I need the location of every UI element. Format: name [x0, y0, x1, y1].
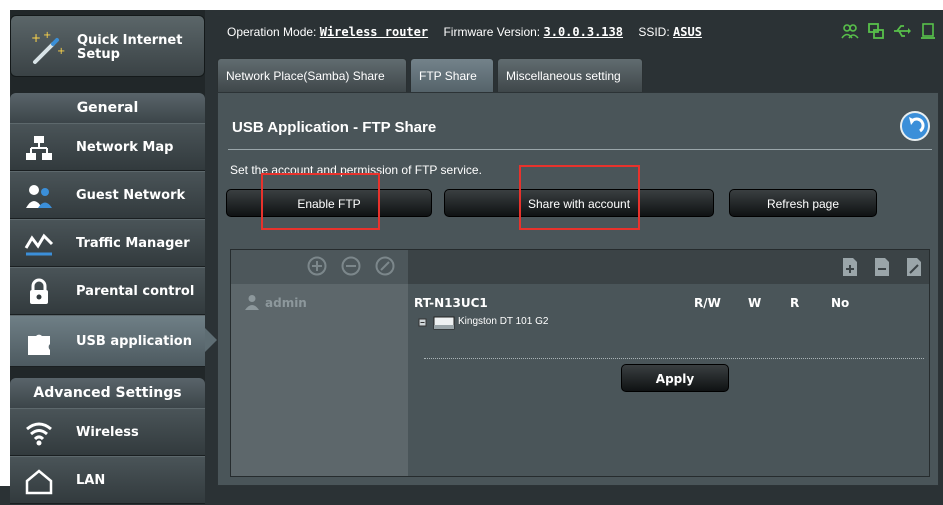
lan-icon	[25, 469, 53, 495]
account-name[interactable]: admin	[265, 296, 307, 310]
sidebar: + + + Quick Internet Setup General Netwo…	[10, 10, 217, 504]
user-icon	[245, 295, 259, 310]
back-icon[interactable]	[900, 111, 930, 141]
sidebar-item-label: USB application	[76, 334, 192, 349]
title-divider	[228, 149, 932, 150]
usb-application-icon	[28, 334, 50, 355]
device-name: RT-N13UC1	[414, 296, 488, 310]
sidebar-item-traffic-manager[interactable]: Traffic Manager	[10, 219, 205, 267]
sidebar-item-label: Wireless	[76, 425, 139, 440]
network-status-icon[interactable]	[867, 22, 885, 40]
ssid-link[interactable]: ASUS	[673, 25, 702, 39]
network-map-icon	[26, 136, 52, 160]
apply-button[interactable]: Apply	[621, 364, 729, 392]
traffic-manager-icon	[24, 233, 54, 256]
add-account-icon[interactable]	[307, 256, 327, 276]
sidebar-item-wireless[interactable]: Wireless	[10, 408, 205, 456]
general-section-header: General	[10, 93, 205, 123]
edit-folder-icon[interactable]	[904, 256, 924, 278]
add-folder-icon[interactable]	[840, 256, 860, 278]
sidebar-item-label: Network Map	[76, 140, 174, 155]
printer-icon[interactable]	[919, 22, 937, 40]
sidebar-item-label: Guest Network	[76, 188, 186, 203]
folder-toolbar	[408, 250, 929, 284]
account-list: admin	[231, 284, 409, 476]
sidebar-item-parental-control[interactable]: Parental control	[10, 267, 205, 315]
tab-samba-share[interactable]: Network Place(Samba) Share	[217, 58, 407, 92]
sidebar-item-lan[interactable]: LAN	[10, 456, 205, 504]
parental-control-icon	[30, 278, 48, 304]
page-title: USB Application - FTP Share	[232, 119, 437, 136]
quick-internet-setup-label: Quick Internet Setup	[77, 33, 183, 62]
sidebar-item-guest-network[interactable]: Guest Network	[10, 171, 205, 219]
sidebar-item-usb-application[interactable]: USB application	[10, 315, 217, 367]
permission-header-w: W	[748, 296, 762, 310]
sidebar-item-network-map[interactable]: Network Map	[10, 123, 205, 171]
main-panel: USB Application - FTP Share Set the acco…	[217, 92, 939, 486]
account-toolbar	[231, 250, 408, 284]
window-left-edge	[0, 0, 10, 486]
status-icons	[841, 22, 937, 40]
permission-header-r: R	[790, 296, 800, 310]
firmware-version-link[interactable]: 3.0.0.3.138	[544, 25, 623, 39]
usb-disk-icon	[433, 316, 455, 330]
svg-text:+: +	[57, 46, 65, 57]
wireless-icon	[26, 422, 52, 446]
advanced-settings-header: Advanced Settings	[10, 378, 205, 408]
refresh-page-button[interactable]: Refresh page	[729, 189, 877, 217]
sidebar-item-label: Traffic Manager	[76, 236, 190, 251]
tab-ftp-share[interactable]: FTP Share	[410, 58, 494, 92]
highlight-box-enable-ftp	[261, 173, 380, 230]
guest-network-icon	[26, 185, 52, 208]
svg-text:+: +	[31, 31, 41, 45]
disk-label[interactable]: Kingston DT 101 G2	[458, 316, 548, 327]
status-line: Operation Mode: Wireless router Firmware…	[227, 25, 714, 39]
remove-account-icon[interactable]	[341, 256, 361, 276]
permission-header-no: No	[831, 296, 850, 310]
edit-account-icon[interactable]	[375, 256, 395, 276]
delete-folder-icon[interactable]	[872, 256, 892, 278]
highlight-box-share-with-account	[519, 165, 640, 230]
firmware-version-label: Firmware Version:	[443, 25, 541, 39]
sidebar-item-label: LAN	[76, 473, 106, 488]
magic-wand-icon: + + +	[31, 30, 65, 64]
usb-status-icon[interactable]	[893, 22, 911, 40]
dotted-separator	[424, 358, 924, 359]
window-top-edge	[0, 0, 943, 10]
permission-header-rw: R/W	[694, 296, 721, 310]
tab-miscellaneous-setting[interactable]: Miscellaneous setting	[497, 58, 643, 92]
sidebar-item-label: Parental control	[76, 284, 195, 299]
users-icon[interactable]	[841, 22, 859, 40]
operation-mode-label: Operation Mode:	[227, 25, 317, 39]
operation-mode-link[interactable]: Wireless router	[320, 25, 428, 39]
svg-text:+: +	[43, 30, 51, 41]
folder-permission-list: RT-N13UC1 R/W W R No Kingston DT 101 G2 …	[408, 284, 929, 476]
top-status-bar: Operation Mode: Wireless router Firmware…	[205, 10, 943, 58]
account-permission-table: admin RT-N13UC1 R/W W R No Kingston DT 1…	[230, 249, 930, 477]
ssid-label: SSID:	[638, 25, 670, 39]
quick-internet-setup-button[interactable]: + + + Quick Internet Setup	[10, 15, 205, 77]
